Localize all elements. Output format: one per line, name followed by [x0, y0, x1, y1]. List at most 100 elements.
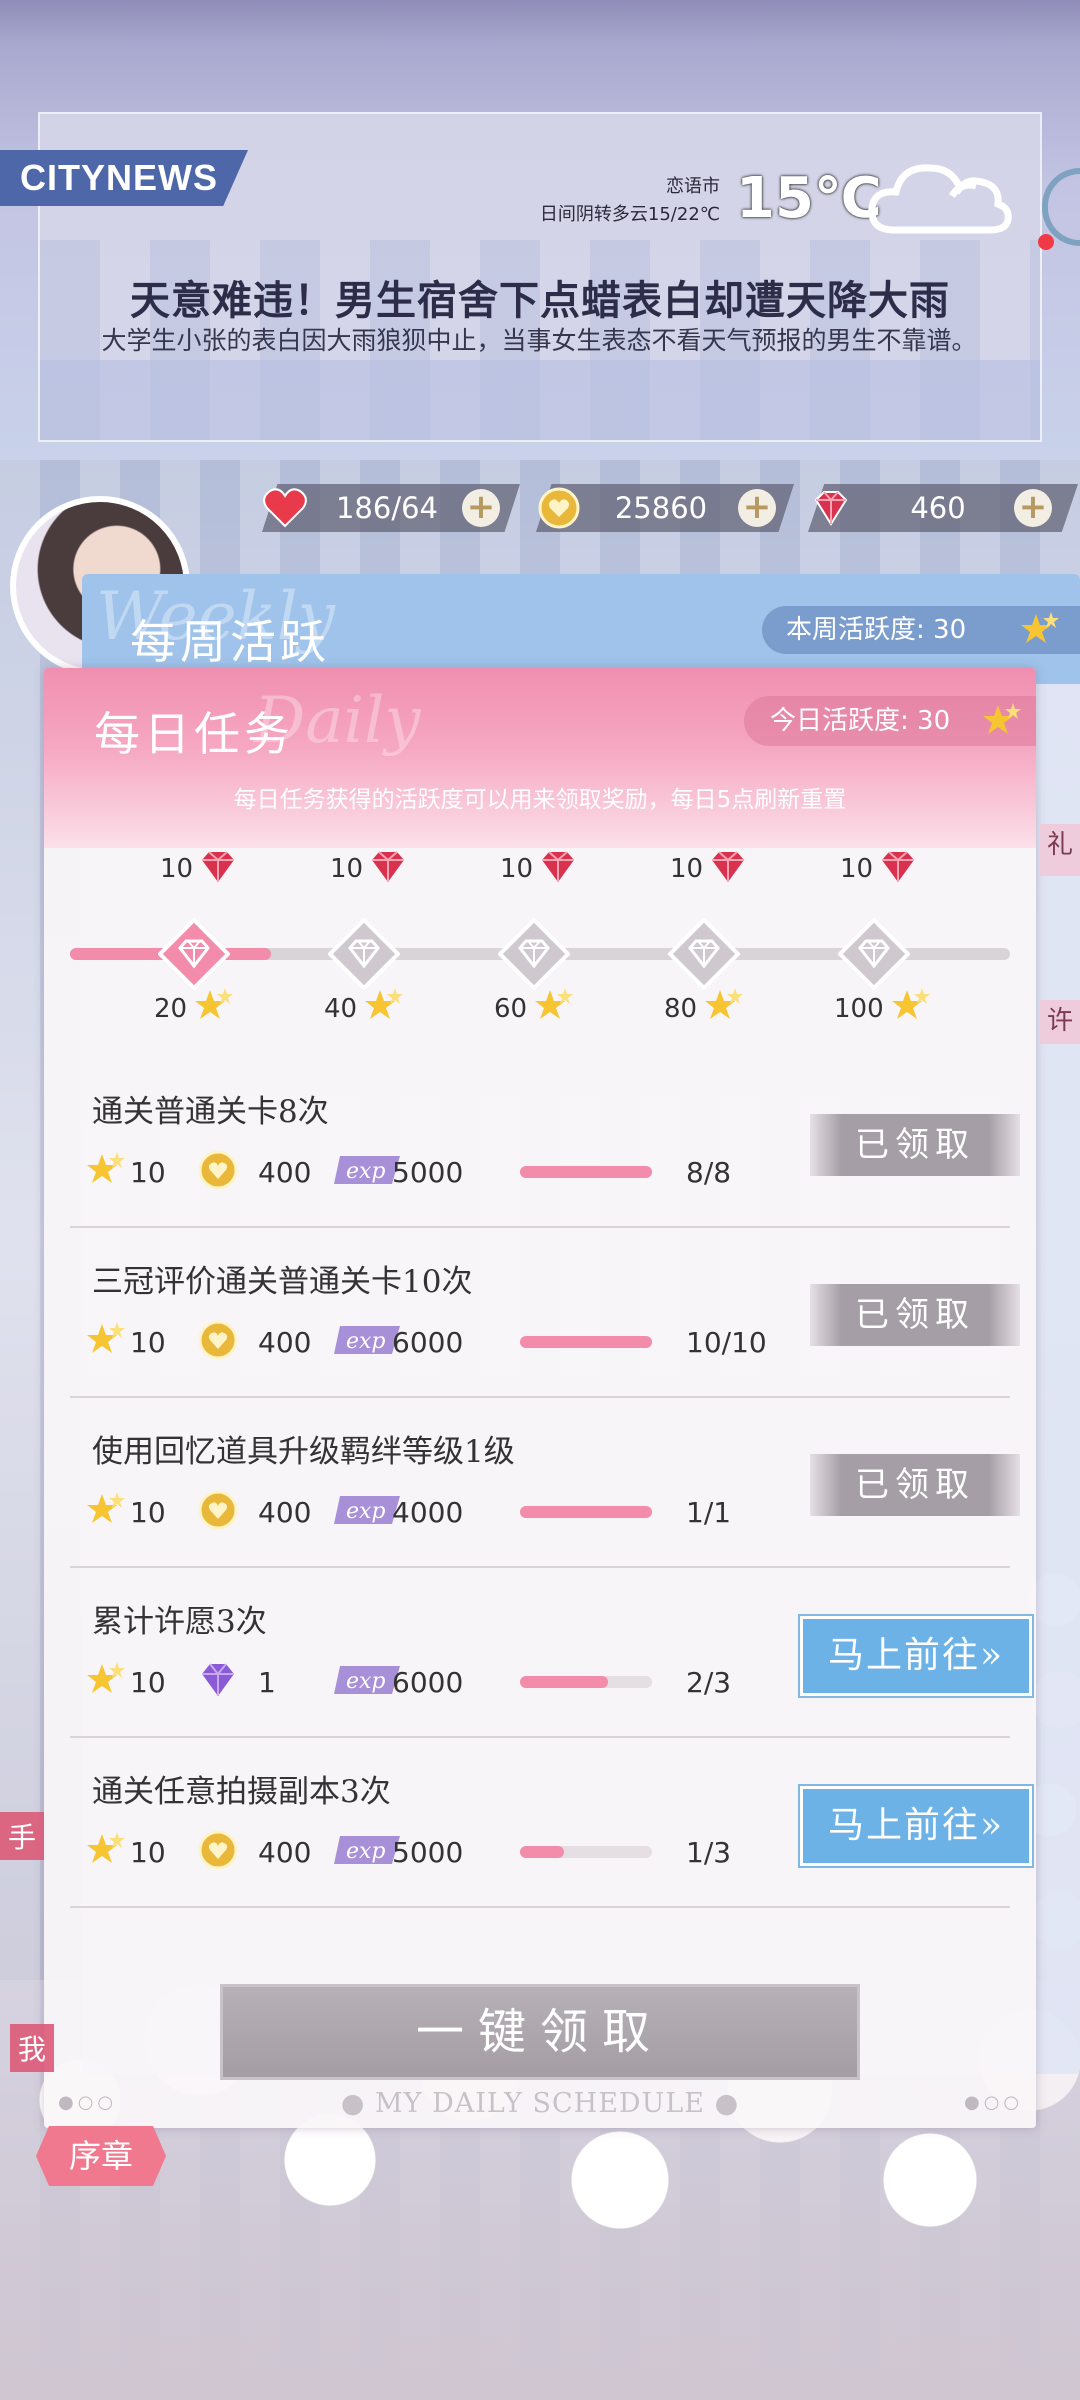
- star-icon: [87, 1662, 125, 1693]
- daily-description: 每日任务获得的活跃度可以用来领取奖励，每日5点刷新重置: [233, 787, 847, 813]
- reward-stars: 10: [130, 1326, 166, 1359]
- star-icon: [87, 1832, 125, 1863]
- task-name: 累计许愿3次: [92, 1604, 267, 1640]
- task-progress-bar: [520, 1166, 652, 1178]
- milestone-points-value: 80: [664, 994, 698, 1024]
- task-name: 使用回忆道具升级羁绊等级1级: [92, 1434, 515, 1470]
- task-progress-text: 1/1: [686, 1496, 732, 1529]
- milestone-points-value: 20: [154, 994, 188, 1024]
- reward-exp: 5000: [392, 1156, 464, 1189]
- claimed-button[interactable]: 已领取: [810, 1284, 1020, 1346]
- coin-icon: [198, 1320, 238, 1360]
- daily-score: 今日活跃度: 30: [744, 696, 1036, 746]
- wish-side-label[interactable]: 许: [1040, 1000, 1080, 1044]
- gift-side-label[interactable]: 礼: [1040, 824, 1080, 876]
- milestone-points-value: 60: [494, 994, 528, 1024]
- milestone-points: 20: [154, 988, 284, 1028]
- star-icon: [365, 988, 403, 1019]
- weather-condition: 日间阴转多云15/22℃: [539, 204, 720, 225]
- milestone-reward-amount: 10: [330, 854, 364, 884]
- star-icon: [983, 703, 1021, 734]
- handbook-side-tag[interactable]: 手: [0, 1812, 45, 1860]
- reward-exp: 5000: [392, 1836, 464, 1869]
- milestone-chest-node[interactable]: [328, 918, 400, 990]
- task-progress-fill: [520, 1846, 564, 1858]
- task-progress-text: 10/10: [686, 1326, 767, 1359]
- chapter-badge[interactable]: 序章: [36, 2126, 166, 2186]
- claimed-button[interactable]: 已领取: [810, 1114, 1020, 1176]
- claim-all-button[interactable]: 一键领取: [220, 1984, 860, 2080]
- reward-item-amount: 400: [258, 1156, 312, 1189]
- milestone-chest-node[interactable]: [668, 918, 740, 990]
- milestone-reward-amount: 10: [670, 854, 704, 884]
- svg-text:exp: exp: [346, 1839, 386, 1864]
- milestone-points: 100: [834, 988, 964, 1028]
- star-icon: [1021, 612, 1059, 643]
- milestone-points-value: 40: [324, 994, 358, 1024]
- diamond-icon: [814, 491, 848, 526]
- star-icon: [892, 988, 930, 1019]
- news-headline: 天意难违！男生宿舍下点蜡表白却遭天降大雨: [130, 277, 950, 324]
- coin-icon: [198, 1490, 238, 1530]
- task-progress-bar: [520, 1676, 652, 1688]
- svg-text:exp: exp: [346, 1159, 386, 1184]
- add-diamond-button[interactable]: +: [1014, 489, 1052, 527]
- task-row: 累计许愿3次 10 1 exp 6000 2/3 马上前往»: [70, 1568, 1032, 1738]
- milestone-points-value: 100: [834, 994, 884, 1024]
- reward-exp: 4000: [392, 1496, 464, 1529]
- milestone-reward: 10: [500, 848, 600, 888]
- milestone-reward-amount: 10: [500, 854, 534, 884]
- star-icon: [195, 988, 233, 1019]
- star-icon: [87, 1492, 125, 1523]
- milestone-reward-amount: 10: [160, 854, 194, 884]
- add-gold-button[interactable]: +: [738, 489, 776, 527]
- notification-dot: [1038, 234, 1054, 250]
- daily-score-label: 今日活跃度: 30: [770, 706, 951, 736]
- citynews-badge: CITYNEWS: [0, 150, 248, 206]
- go-now-button[interactable]: 马上前往»: [800, 1616, 1032, 1696]
- task-progress-fill: [520, 1336, 652, 1348]
- milestone-reward: 10: [840, 848, 940, 888]
- svg-text:exp: exp: [346, 1499, 386, 1524]
- weekly-title: 每周活跃: [130, 615, 330, 669]
- task-name: 三冠评价通关普通关卡10次: [92, 1264, 473, 1300]
- milestone-reward: 10: [670, 848, 770, 888]
- task-row: 通关普通关卡8次 10 400 exp 5000 8/8 已领取: [70, 1058, 1020, 1228]
- ruby-icon: [712, 851, 744, 882]
- star-icon: [87, 1322, 125, 1353]
- coin-icon: [538, 487, 580, 529]
- reward-stars: 10: [130, 1836, 166, 1869]
- ruby-icon: [542, 851, 574, 882]
- reward-item-amount: 400: [258, 1836, 312, 1869]
- ruby-icon: [882, 851, 914, 882]
- task-row: 通关任意拍摄副本3次 10 400 exp 5000 1/3 马上前往»: [70, 1738, 1032, 1908]
- task-progress-text: 2/3: [686, 1666, 732, 1699]
- weather-city: 恋语市: [666, 176, 720, 197]
- milestone-reward-amount: 10: [840, 854, 874, 884]
- coin-icon: [198, 1150, 238, 1190]
- add-stamina-button[interactable]: +: [462, 489, 500, 527]
- milestone-chest-node[interactable]: [158, 918, 230, 990]
- go-now-button[interactable]: 马上前往»: [800, 1786, 1032, 1866]
- daily-footer: ● MY DAILY SCHEDULE ●: [44, 2088, 1036, 2119]
- milestone-chest-node[interactable]: [838, 918, 910, 990]
- daily-title: 每日任务: [94, 707, 294, 761]
- coin-icon: [198, 1830, 238, 1870]
- star-icon: [705, 988, 743, 1019]
- task-progress-fill: [520, 1166, 652, 1178]
- claimed-button[interactable]: 已领取: [810, 1454, 1020, 1516]
- weekly-score: 本周活跃度: 30: [762, 606, 1080, 654]
- task-progress-bar: [520, 1336, 652, 1348]
- reward-item-amount: 400: [258, 1326, 312, 1359]
- task-progress-bar: [520, 1506, 652, 1518]
- task-progress-fill: [520, 1506, 652, 1518]
- task-row: 三冠评价通关普通关卡10次 10 400 exp 6000 10/10 已领取: [70, 1228, 1020, 1398]
- svg-text:exp: exp: [346, 1329, 386, 1354]
- task-name: 通关普通关卡8次: [92, 1094, 329, 1130]
- gold-value: 25860: [614, 491, 708, 525]
- star-icon: [535, 988, 573, 1019]
- mine-side-tag[interactable]: 我: [10, 2024, 55, 2072]
- stamina-value: 186/64: [335, 491, 439, 525]
- milestone-chest-node[interactable]: [498, 918, 570, 990]
- weekly-score-label: 本周活跃度: 30: [786, 615, 967, 645]
